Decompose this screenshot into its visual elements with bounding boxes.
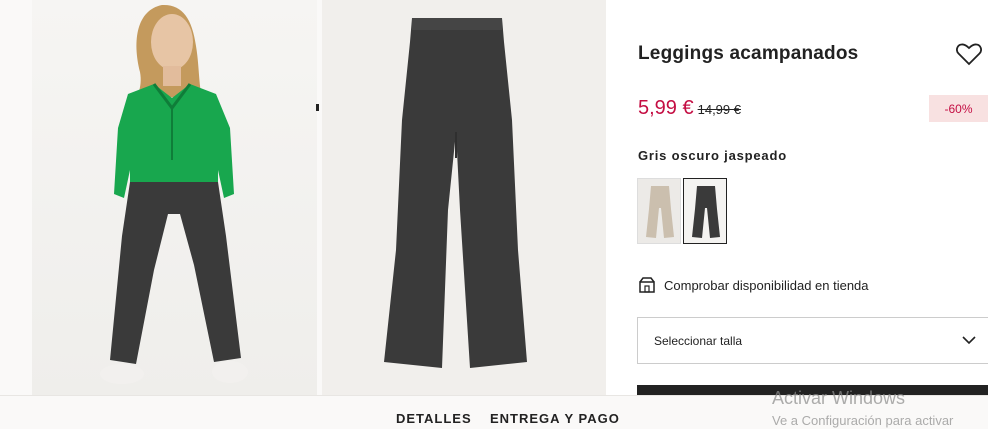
gallery-divider-marker <box>316 104 319 111</box>
heart-icon <box>956 43 982 66</box>
favorite-heart-icon[interactable] <box>956 42 982 66</box>
beige-leggings-icon <box>646 186 674 238</box>
product-details-panel: Leggings acampanados 5,99 € 14,99 € -60%… <box>606 0 988 395</box>
tab-delivery-payment[interactable]: ENTREGA Y PAGO <box>490 411 620 426</box>
product-title: Leggings acampanados <box>638 43 859 64</box>
store-availability-link[interactable]: Comprobar disponibilidad en tienda <box>638 276 869 294</box>
size-select-label: Seleccionar talla <box>654 333 743 348</box>
product-photo[interactable] <box>322 0 606 395</box>
color-swatch-beige[interactable] <box>637 178 681 244</box>
add-to-cart-button[interactable] <box>637 385 988 395</box>
store-icon <box>639 277 655 293</box>
dark-grey-leggings-icon <box>692 186 720 238</box>
tab-details[interactable]: DETALLES <box>396 411 472 426</box>
discount-badge: -60% <box>929 95 988 122</box>
product-gallery <box>0 0 606 395</box>
sale-price: 5,99 € <box>638 97 694 119</box>
size-select[interactable]: Seleccionar talla <box>637 317 988 364</box>
price-group: 5,99 € 14,99 € <box>638 97 741 120</box>
flared-leggings-illustration <box>384 18 527 368</box>
original-price: 14,99 € <box>697 102 741 117</box>
chevron-down-icon <box>962 336 976 345</box>
model-figure-illustration <box>100 4 248 384</box>
color-swatch-dark-grey[interactable] <box>683 178 727 244</box>
product-tabs: DETALLES ENTREGA Y PAGO <box>0 395 988 429</box>
store-availability-label: Comprobar disponibilidad en tienda <box>664 277 869 293</box>
selected-color-name: Gris oscuro jaspeado <box>638 148 787 163</box>
model-photo[interactable] <box>32 0 317 395</box>
